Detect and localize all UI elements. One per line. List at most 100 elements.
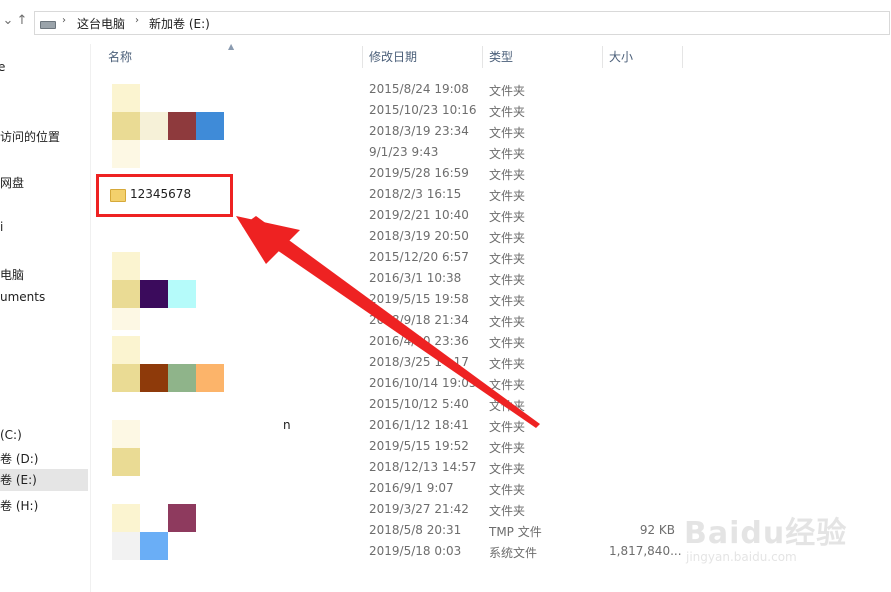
sort-up-icon: ▲ <box>228 42 235 51</box>
row-size[interactable]: 92 KB <box>609 523 675 537</box>
sidebar-item-drive-e[interactable]: 卷 (E:) <box>0 469 88 491</box>
pixel-block <box>196 364 224 392</box>
row-modified-date[interactable]: 2018/5/8 20:31 <box>369 523 461 537</box>
row-modified-date[interactable]: 2019/5/15 19:52 <box>369 439 469 453</box>
row-type[interactable]: 文件夹 <box>489 271 525 288</box>
row-modified-date[interactable]: 2016/3/1 10:38 <box>369 271 461 285</box>
chevron-right-icon[interactable]: › <box>62 15 66 26</box>
row-modified-date[interactable]: 2019/2/21 10:40 <box>369 208 469 222</box>
sidebar-item-drive-d[interactable]: 卷 (D:) <box>0 450 88 467</box>
pixel-block <box>140 532 168 560</box>
column-name[interactable]: 名称 <box>108 46 132 68</box>
pixel-block <box>168 364 196 392</box>
column-divider[interactable] <box>482 46 483 68</box>
row-type[interactable]: 文件夹 <box>489 229 525 246</box>
row-type[interactable]: 系统文件 <box>489 544 537 561</box>
row-type[interactable]: 文件夹 <box>489 208 525 225</box>
arrow-head <box>236 216 300 264</box>
sidebar-item-netdisk[interactable]: 网盘 <box>0 174 88 191</box>
pixel-block <box>112 280 140 308</box>
row-type[interactable]: 文件夹 <box>489 103 525 120</box>
row-modified-date[interactable]: 2018/3/25 14:17 <box>369 355 469 369</box>
pixel-block <box>140 364 168 392</box>
sidebar-item-this-pc[interactable]: 电脑 <box>0 266 88 283</box>
column-divider[interactable] <box>682 46 683 68</box>
drive-icon <box>40 21 56 29</box>
sidebar-item-4[interactable]: i <box>0 220 88 234</box>
pixel-block <box>196 112 224 140</box>
row-type[interactable]: 文件夹 <box>489 439 525 456</box>
pixel-block <box>112 364 140 392</box>
row-modified-date[interactable]: 2018/3/19 20:50 <box>369 229 469 243</box>
pixel-block <box>112 532 140 560</box>
pixel-block <box>112 420 140 448</box>
pixel-block <box>112 140 140 168</box>
column-divider[interactable] <box>602 46 603 68</box>
baidu-watermark: Baidu经验 jingyan.baidu.com <box>680 494 880 574</box>
column-modified[interactable]: 修改日期 <box>369 46 417 68</box>
row-modified-date[interactable]: 2016/9/1 9:07 <box>369 481 454 495</box>
row-type[interactable]: 文件夹 <box>489 397 525 414</box>
row-modified-date[interactable]: 2019/5/18 0:03 <box>369 544 461 558</box>
row-type[interactable]: 文件夹 <box>489 418 525 435</box>
pixel-block <box>168 280 196 308</box>
column-size[interactable]: 大小 <box>609 46 633 68</box>
address-toolbar: ⌄ ↑ › 这台电脑 › 新加卷 (E:) <box>0 0 891 44</box>
up-arrow-icon[interactable]: ↑ <box>14 13 30 29</box>
row-modified-date[interactable]: 2019/5/28 16:59 <box>369 166 469 180</box>
pixel-block <box>112 112 140 140</box>
row-type[interactable]: TMP 文件 <box>489 523 542 540</box>
navigation-pane: e 访问的位置 网盘 i 电脑 uments (C:) 卷 (D:) 卷 (E:… <box>0 44 91 592</box>
row-size[interactable]: 1,817,840... <box>609 544 682 558</box>
sidebar-item-drive-c[interactable]: (C:) <box>0 428 88 442</box>
row-type[interactable]: 文件夹 <box>489 334 525 351</box>
row-modified-date[interactable]: 2019/5/15 19:58 <box>369 292 469 306</box>
watermark-sub-text: jingyan.baidu.com <box>686 550 797 564</box>
sidebar-item-documents[interactable]: uments <box>0 290 88 304</box>
row-modified-date[interactable]: 9/1/23 9:43 <box>369 145 438 159</box>
row-type[interactable]: 文件夹 <box>489 187 525 204</box>
row-type[interactable]: 文件夹 <box>489 355 525 372</box>
row-type[interactable]: 文件夹 <box>489 481 525 498</box>
row-modified-date[interactable]: 2015/10/23 10:16 <box>369 103 477 117</box>
watermark-main-text: Baidu经验 <box>684 516 848 551</box>
row-type[interactable]: 文件夹 <box>489 376 525 393</box>
row-modified-date[interactable]: 2018/12/13 14:57 <box>369 460 477 474</box>
row-type[interactable]: 文件夹 <box>489 250 525 267</box>
row-modified-date[interactable]: 2018/2/3 16:15 <box>369 187 461 201</box>
pixel-block <box>112 308 140 330</box>
row-modified-date[interactable]: 2016/1/12 18:41 <box>369 418 469 432</box>
annotation-highlight-box <box>96 174 233 217</box>
row-modified-date[interactable]: 2016/4/30 23:36 <box>369 334 469 348</box>
row-type[interactable]: 文件夹 <box>489 124 525 141</box>
row-modified-date[interactable]: 2018/3/19 23:34 <box>369 124 469 138</box>
row-type[interactable]: 文件夹 <box>489 460 525 477</box>
row-modified-date[interactable]: 2019/3/27 21:42 <box>369 502 469 516</box>
row-modified-date[interactable]: 2015/8/24 19:08 <box>369 82 469 96</box>
column-type[interactable]: 类型 <box>489 46 513 68</box>
pixel-block <box>112 336 140 364</box>
pixel-block <box>140 112 168 140</box>
row-modified-date[interactable]: 2015/10/12 5:40 <box>369 397 469 411</box>
sidebar-item-drive-h[interactable]: 卷 (H:) <box>0 497 88 514</box>
row-type[interactable]: 文件夹 <box>489 82 525 99</box>
row-type[interactable]: 文件夹 <box>489 166 525 183</box>
sidebar-item-1[interactable]: e <box>0 60 86 74</box>
breadcrumb-drive-e[interactable]: 新加卷 (E:) <box>149 15 210 32</box>
pixel-block <box>168 112 196 140</box>
address-bar[interactable]: › 这台电脑 › 新加卷 (E:) <box>34 11 890 35</box>
partial-filename-text: n <box>283 418 291 432</box>
sidebar-item-recent-places[interactable]: 访问的位置 <box>0 128 88 145</box>
chevron-right-icon[interactable]: › <box>135 15 139 26</box>
column-divider[interactable] <box>362 46 363 68</box>
breadcrumb-this-pc[interactable]: 这台电脑 <box>77 15 125 32</box>
pixel-block <box>112 84 140 112</box>
pixel-block <box>112 504 140 532</box>
row-modified-date[interactable]: 2015/12/20 6:57 <box>369 250 469 264</box>
row-modified-date[interactable]: 2018/9/18 21:34 <box>369 313 469 327</box>
row-type[interactable]: 文件夹 <box>489 313 525 330</box>
row-type[interactable]: 文件夹 <box>489 502 525 519</box>
row-modified-date[interactable]: 2016/10/14 19:05 <box>369 376 477 390</box>
row-type[interactable]: 文件夹 <box>489 292 525 309</box>
row-type[interactable]: 文件夹 <box>489 145 525 162</box>
